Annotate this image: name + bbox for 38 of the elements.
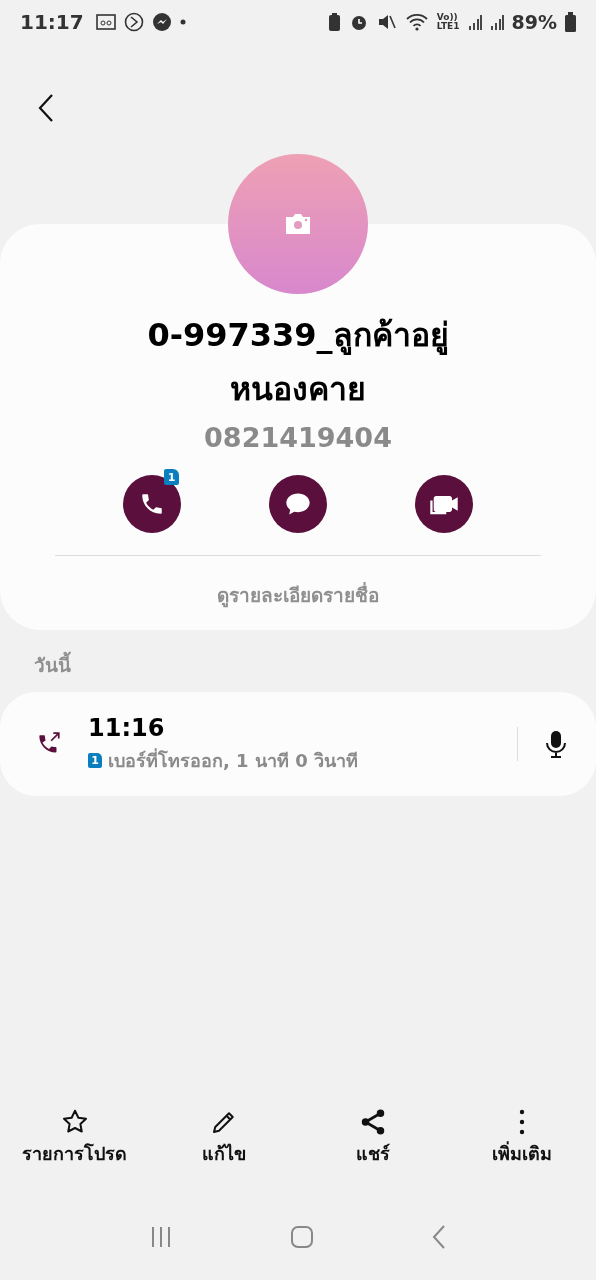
- sim-badge: 1: [164, 469, 179, 485]
- phone-number: 0821419404: [204, 422, 392, 453]
- cassette-icon: [95, 13, 116, 31]
- share-button[interactable]: แชร์: [302, 1107, 443, 1168]
- signal-icon: [467, 13, 482, 31]
- edit-button[interactable]: แก้ไข: [153, 1107, 294, 1168]
- home-icon: [290, 1225, 314, 1249]
- favorite-button[interactable]: รายการโปรด: [4, 1107, 145, 1168]
- signal-icon: [489, 13, 504, 31]
- recording-button[interactable]: [544, 729, 568, 759]
- sim-badge: 1: [88, 752, 102, 768]
- phone-icon: [139, 491, 165, 517]
- back-nav-button[interactable]: [431, 1224, 448, 1250]
- call-time: 11:16: [88, 713, 166, 742]
- volte-label: Vo)): [436, 13, 458, 22]
- play-circle-icon: [123, 12, 144, 32]
- call-description: เบอร์ที่โทรออก, 1 นาที 0 วินาที: [108, 747, 358, 773]
- microphone-icon: [544, 729, 568, 759]
- home-button[interactable]: [290, 1225, 314, 1249]
- network-label: LTE1: [436, 22, 460, 31]
- call-log-entry[interactable]: 11:16 1 เบอร์ที่โทรออก, 1 นาที 0 วินาที: [0, 692, 596, 796]
- messenger-icon: [151, 12, 172, 32]
- more-icon: [518, 1109, 525, 1135]
- back-nav-icon: [431, 1224, 448, 1250]
- more-button[interactable]: เพิ่มเติม: [451, 1107, 592, 1168]
- battery-percent: 89%: [511, 11, 557, 33]
- status-time: 11:17: [20, 10, 84, 34]
- wifi-icon: [404, 12, 429, 32]
- camera-icon: [283, 212, 313, 236]
- section-heading: วันนี้: [34, 650, 596, 680]
- call-button[interactable]: [123, 475, 181, 533]
- muted-speaker-icon: [376, 12, 397, 32]
- contact-name: 0-997339_ลูกค้าอยู่หนองคาย: [146, 315, 450, 410]
- video-button[interactable]: [415, 475, 473, 533]
- battery-saver-icon: [327, 12, 341, 32]
- battery-icon: [565, 12, 576, 32]
- message-button[interactable]: [269, 475, 327, 533]
- dot-icon: [179, 19, 186, 25]
